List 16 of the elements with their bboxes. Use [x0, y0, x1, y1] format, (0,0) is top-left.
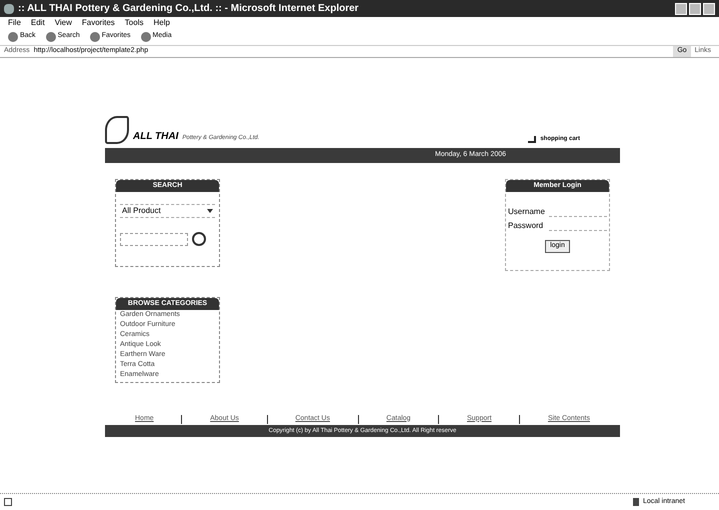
search-button[interactable] — [192, 232, 206, 246]
menu-item[interactable]: File — [8, 18, 21, 26]
window-title: :: ALL THAI Pottery & Gardening Co.,Ltd. :: - Microsoft Internet Explorer — [18, 2, 359, 16]
browser-icon — [4, 4, 14, 14]
menu-item[interactable]: Tools — [124, 18, 144, 26]
password-label: Password — [508, 220, 544, 232]
page-icon — [4, 498, 12, 506]
menu-item[interactable]: View — [54, 18, 72, 26]
dropdown-arrow-icon — [207, 209, 213, 213]
logo-name: ALL THAI — [133, 130, 178, 144]
menu-item[interactable]: Edit — [30, 18, 45, 26]
menu-item[interactable]: Favorites — [82, 18, 115, 26]
category-dropdown[interactable]: All Product — [120, 204, 215, 218]
search-field[interactable] — [120, 232, 188, 246]
username-label: Username — [508, 206, 545, 218]
menu-item[interactable]: Help — [153, 18, 170, 26]
